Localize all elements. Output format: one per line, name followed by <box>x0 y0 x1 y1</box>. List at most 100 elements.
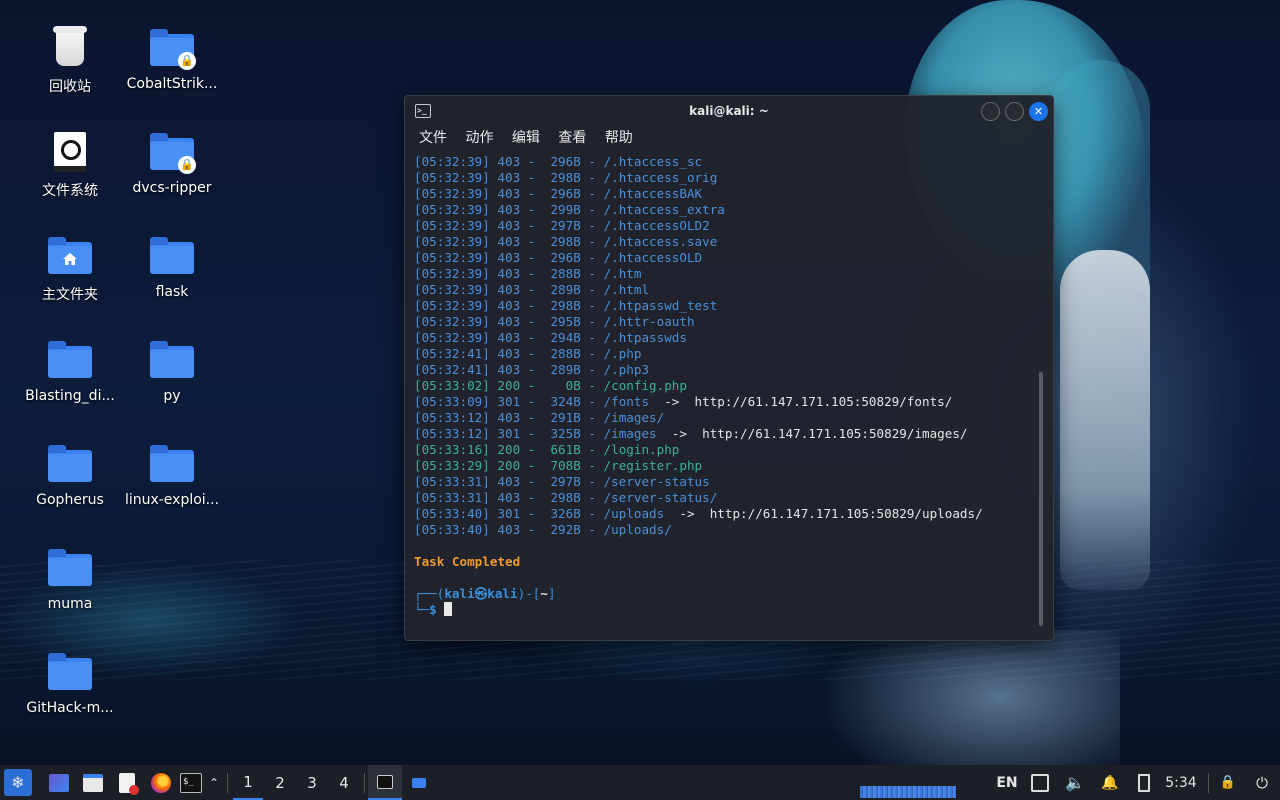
show-desktop-button[interactable] <box>46 765 72 800</box>
folder-window-icon <box>412 777 426 788</box>
locked-folder-icon: 🔒 <box>150 26 196 70</box>
desktop-icon-label: dvcs-ripper <box>132 180 212 196</box>
menu-file[interactable]: 文件 <box>419 130 447 146</box>
clock-label: 5:34 <box>1165 774 1197 791</box>
menu-view[interactable]: 查看 <box>558 130 586 146</box>
workspace-3[interactable]: 3 <box>297 765 327 800</box>
clipboard-button[interactable] <box>1028 765 1052 800</box>
desktop-icon-label: py <box>163 388 181 404</box>
close-button[interactable]: ✕ <box>1029 102 1048 121</box>
menu-actions[interactable]: 动作 <box>465 130 493 146</box>
bell-icon: 🔔 <box>1101 774 1119 791</box>
desktop-icon-githack[interactable]: GitHack-m... <box>18 650 122 716</box>
logout-button[interactable]: ⏻ <box>1250 765 1274 800</box>
terminal-icon: $_ <box>180 772 202 793</box>
taskbar-window-terminal[interactable] <box>368 765 402 800</box>
terminal-line: [05:32:39] 403 - 294B - /.htpasswds <box>414 330 1037 346</box>
firefox-launcher[interactable] <box>148 765 174 800</box>
line-text: [05:33:31] 403 - 298B - /server-status/ <box>414 490 718 505</box>
terminal-output[interactable]: [05:32:39] 403 - 296B - /.htaccess_sc [05… <box>414 154 1037 618</box>
workspace-4[interactable]: 4 <box>329 765 359 800</box>
desktop-icon-trash[interactable]: 回收站 <box>18 26 122 96</box>
text-editor-launcher[interactable] <box>114 765 140 800</box>
desktop-icon-gopherus[interactable]: Gopherus <box>18 442 122 508</box>
keyboard-layout-indicator[interactable]: EN <box>994 765 1020 800</box>
desktop-icon-home[interactable]: 主文件夹 <box>18 234 122 304</box>
clock[interactable]: 5:34 <box>1162 765 1200 800</box>
speaker-icon: 🔈 <box>1065 773 1085 792</box>
lock-screen-button[interactable]: 🔒 <box>1216 765 1240 800</box>
minimize-button[interactable] <box>981 102 1000 121</box>
keyboard-layout-label: EN <box>996 774 1018 791</box>
prompt-line: ┌──(kali㉿kali)-[~] <box>414 586 1037 602</box>
terminal-line: [05:32:39] 403 - 296B - /.htaccessOLD <box>414 250 1037 266</box>
cpu-activity-graph <box>860 786 956 798</box>
chevron-up-icon: ⌃ <box>208 775 220 790</box>
terminal-line: [05:32:39] 403 - 299B - /.htaccess_extra <box>414 202 1037 218</box>
terminal-line: [05:32:39] 403 - 298B - /.htpasswd_test <box>414 298 1037 314</box>
desktop-icon-linux-exploit[interactable]: linux-exploi... <box>120 442 224 508</box>
line-text: [05:33:40] 301 - 326B - /uploads <box>414 506 665 521</box>
taskbar: ❄ $_ ⌃ 1 2 3 4 EN 🔈 🔔 5:34 🔒 ⏻ <box>0 765 1280 800</box>
desktop-icon-muma[interactable]: muma <box>18 546 122 612</box>
power-status-button[interactable] <box>1132 765 1156 800</box>
desktop-icon-label: Gopherus <box>36 492 104 508</box>
workspace-2[interactable]: 2 <box>265 765 295 800</box>
taskbar-window-filemanager[interactable] <box>406 765 432 800</box>
desktop-icon-blasting[interactable]: Blasting_di... <box>18 338 122 404</box>
line-text: [05:32:39] 403 - 298B - /.htaccess.save <box>414 234 718 249</box>
menu-edit[interactable]: 编辑 <box>512 130 540 146</box>
taskbar-separator <box>364 773 365 793</box>
terminal-line: [05:32:39] 403 - 295B - /.httr-oauth <box>414 314 1037 330</box>
terminal-line: [05:33:40] 403 - 292B - /uploads/ <box>414 522 1037 538</box>
kali-dragon-icon: ❄ <box>11 773 25 792</box>
line-text: [05:32:39] 403 - 289B - /.html <box>414 282 650 297</box>
locked-folder-icon: 🔒 <box>150 130 196 174</box>
terminal-line: [05:33:02] 200 - 0B - /config.php <box>414 378 1037 394</box>
desktop-icon-flask[interactable]: flask <box>120 234 224 300</box>
terminal-line: [05:32:39] 403 - 296B - /.htaccess_sc <box>414 154 1037 170</box>
desktop-icon-label: 文件系统 <box>42 183 98 199</box>
taskbar-separator <box>227 773 228 793</box>
text-cursor[interactable] <box>444 602 453 616</box>
prompt-bracket: ] <box>547 586 556 601</box>
line-text: [05:32:41] 403 - 289B - /.php3 <box>414 362 650 377</box>
desktop-icon-filesystem[interactable]: 文件系统 <box>18 130 122 200</box>
terminal-line: [05:32:41] 403 - 288B - /.php <box>414 346 1037 362</box>
terminal-window[interactable]: >_ kali@kali: ~ ✕ 文件 动作 编辑 查看 帮助 [05:32:… <box>404 95 1054 641</box>
line-text: [05:32:39] 403 - 296B - /.htaccessBAK <box>414 186 703 201</box>
volume-button[interactable]: 🔈 <box>1062 765 1088 800</box>
notifications-button[interactable]: 🔔 <box>1098 765 1122 800</box>
lock-icon: 🔒 <box>1219 775 1237 790</box>
maximize-button[interactable] <box>1005 102 1024 121</box>
menu-help[interactable]: 帮助 <box>605 130 633 146</box>
workspace-1[interactable]: 1 <box>233 765 263 800</box>
terminal-launcher[interactable]: $_ <box>178 765 204 800</box>
terminal-window-icon <box>377 774 393 789</box>
terminal-menubar: 文件 动作 编辑 查看 帮助 <box>405 126 1053 150</box>
prompt-input-line: └─$ <box>414 602 1037 618</box>
terminal-line: [05:32:39] 403 - 298B - /.htaccess.save <box>414 234 1037 250</box>
terminal-titlebar[interactable]: >_ kali@kali: ~ ✕ <box>405 96 1053 126</box>
launcher-expand-button[interactable]: ⌃ <box>206 765 222 800</box>
kali-menu-button[interactable]: ❄ <box>4 769 32 796</box>
folder-icon <box>150 338 194 382</box>
desktop-icon-cobaltstrike[interactable]: 🔒 CobaltStrik... <box>120 26 224 92</box>
line-text: [05:32:39] 403 - 296B - /.htaccessOLD <box>414 250 703 265</box>
line-text: [05:33:09] 301 - 324B - /fonts <box>414 394 650 409</box>
desktop-icon-py[interactable]: py <box>120 338 224 404</box>
line-text: [05:32:39] 403 - 298B - /.htpasswd_test <box>414 298 718 313</box>
redirect-url: http://61.147.171.105:50829/fonts/ <box>694 394 953 409</box>
terminal-line: [05:33:29] 200 - 708B - /register.php <box>414 458 1037 474</box>
redirect-arrow: -> <box>664 506 710 521</box>
workspace-label: 2 <box>275 773 285 792</box>
terminal-scrollbar[interactable] <box>1039 372 1043 626</box>
line-text: [05:33:40] 403 - 292B - /uploads/ <box>414 522 672 537</box>
file-manager-launcher[interactable] <box>80 765 106 800</box>
terminal-line: [05:32:39] 403 - 297B - /.htaccessOLD2 <box>414 218 1037 234</box>
prompt-corner: └─ <box>414 602 430 617</box>
desktop-icon-dvcs-ripper[interactable]: 🔒 dvcs-ripper <box>120 130 224 196</box>
firefox-icon <box>151 772 171 793</box>
